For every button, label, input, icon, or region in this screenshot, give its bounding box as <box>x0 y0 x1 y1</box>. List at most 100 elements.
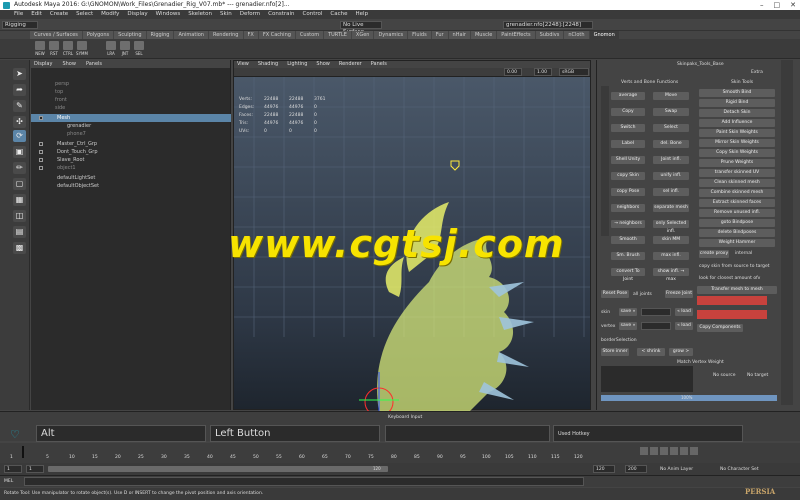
show-infl-max-button[interactable]: show infl. → max <box>653 268 689 282</box>
outliner-item[interactable]: Dont_Touch_Grp <box>31 148 231 156</box>
clean-skinned-mesh-button[interactable]: Clean skinned mesh <box>699 179 775 187</box>
convert-to-joint-button[interactable]: convert To Joint <box>611 268 645 282</box>
unify-infl-button[interactable]: unify infl. <box>653 172 689 180</box>
skin-mm-button[interactable]: skin MM <box>653 236 689 244</box>
copy-pose-button[interactable]: copy Pose <box>611 188 645 196</box>
maximize-icon[interactable]: □ <box>774 0 781 10</box>
step-back-icon[interactable] <box>650 447 658 455</box>
move-button[interactable]: Move <box>653 92 689 100</box>
menu-skeleton[interactable]: Skeleton <box>188 10 212 19</box>
delete-bindposes-button[interactable]: delete Bindposes <box>699 229 775 237</box>
layout-two-icon[interactable]: ◫ <box>13 210 26 222</box>
shell-unity-button[interactable]: Shell Unity <box>611 156 645 164</box>
outliner-item[interactable]: top <box>31 88 231 96</box>
expand-icon[interactable] <box>39 142 43 146</box>
vp-menu-lighting[interactable]: Lighting <box>287 61 307 68</box>
mel-input[interactable] <box>24 477 584 486</box>
paint-skin-weights-button[interactable]: Paint Skin Weights <box>699 129 775 137</box>
separate-mesh-button[interactable]: separate mesh <box>653 204 689 212</box>
move-tool-icon[interactable]: ✣ <box>13 116 26 128</box>
select-button[interactable]: Select <box>653 124 689 132</box>
average-button[interactable]: average <box>611 92 645 100</box>
current-frame-marker[interactable] <box>22 446 24 458</box>
shelf-tab[interactable]: FX <box>243 31 258 39</box>
outliner-item[interactable]: persp <box>31 80 231 88</box>
menu-deform[interactable]: Deform <box>240 10 260 19</box>
smooth-bind-button[interactable]: Smooth Bind <box>699 89 775 97</box>
range-end-field[interactable]: 120 <box>593 465 615 473</box>
live-surface-field[interactable]: No Live Surface <box>340 21 382 35</box>
shelf-tab[interactable]: Fur <box>431 31 448 39</box>
start-time-field[interactable]: 1 <box>4 465 22 473</box>
skin-field[interactable] <box>641 308 671 316</box>
label-button[interactable]: Label <box>611 140 645 148</box>
rigid-bind-button[interactable]: Rigid Bind <box>699 99 775 107</box>
outliner-item[interactable]: object1 <box>31 164 231 172</box>
layout-outliner-icon[interactable]: ▤ <box>13 226 26 238</box>
vertex-load-button[interactable]: « load <box>675 322 693 330</box>
create-proxy-button[interactable]: create proxy <box>699 250 729 258</box>
range-start-field[interactable]: 1 <box>26 465 44 473</box>
shelf-symm-button[interactable]: SYMM <box>76 41 88 56</box>
outliner-item[interactable]: phone7 <box>31 130 231 138</box>
shelf-new-button[interactable]: NEW <box>34 41 46 56</box>
outliner-item[interactable]: front <box>31 96 231 104</box>
step-forward-icon[interactable] <box>680 447 688 455</box>
outliner-item[interactable]: grenadier <box>31 122 231 130</box>
outliner-menu-show[interactable]: Show <box>62 60 76 68</box>
only-selected-infl-button[interactable]: only Selected infl. <box>653 220 689 234</box>
vp-menu-shading[interactable]: Shading <box>258 61 278 68</box>
shelf-tab[interactable]: XGen <box>351 31 374 39</box>
play-forward-icon[interactable] <box>670 447 678 455</box>
red-field[interactable] <box>697 296 767 305</box>
menu-control[interactable]: Control <box>303 10 323 19</box>
joint-infl-button[interactable]: Joint infl. <box>653 156 689 164</box>
copy-button[interactable]: Copy <box>611 108 645 116</box>
shelf-tab[interactable]: TURTLE <box>324 31 351 39</box>
vp-menu-panels[interactable]: Panels <box>371 61 387 68</box>
vertex-save-button[interactable]: save » <box>619 322 637 330</box>
skin-load-button[interactable]: « load <box>675 308 693 316</box>
copy-components-button[interactable]: Copy Components <box>697 324 743 332</box>
go-to-start-icon[interactable] <box>640 447 648 455</box>
outliner-item[interactable]: Master_Ctrl_Grp <box>31 140 231 148</box>
expand-icon[interactable] <box>39 150 43 154</box>
lasso-tool-icon[interactable]: ➦ <box>13 84 26 96</box>
shelf-tab-gnomon[interactable]: Gnomon <box>589 31 619 39</box>
shelf-tab[interactable]: Animation <box>174 31 208 39</box>
vp-menu-show[interactable]: Show <box>316 61 330 68</box>
weight-hammer-button[interactable]: Weight Hammer <box>699 239 775 247</box>
anim-layer-select[interactable]: No Anim Layer <box>660 467 693 472</box>
menu-select[interactable]: Select <box>76 10 93 19</box>
swap-button[interactable]: Swap <box>653 108 689 116</box>
delete-bone-button[interactable]: del. Bone <box>653 140 689 148</box>
character-set-select[interactable]: No Character Set <box>720 467 759 472</box>
paint-select-tool-icon[interactable]: ✎ <box>13 100 26 112</box>
freeze-joint-button[interactable]: Freeze Joint <box>665 290 693 298</box>
menu-windows[interactable]: Windows <box>156 10 181 19</box>
vp-menu-renderer[interactable]: Renderer <box>339 61 362 68</box>
remove-unused-infl-button[interactable]: Remove unused infl. <box>699 209 775 217</box>
red-field[interactable] <box>697 310 767 319</box>
play-back-icon[interactable] <box>660 447 668 455</box>
time-slider[interactable]: 1 5 10 15 20 25 30 35 40 45 50 55 60 65 … <box>0 443 800 463</box>
shelf-tab[interactable]: Rendering <box>208 31 243 39</box>
copy-skin-weights-button[interactable]: Copy Skin Weights <box>699 149 775 157</box>
range-bar[interactable]: 120 <box>48 466 388 472</box>
transfer-skinned-uv-button[interactable]: transfer skinned UV <box>699 169 775 177</box>
add-influence-button[interactable]: Add Influence <box>699 119 775 127</box>
shelf-rst-button[interactable]: RST <box>48 41 60 56</box>
shelf-tab[interactable]: Subdivs <box>535 31 564 39</box>
shelf-jnt-button[interactable]: JNT <box>119 41 131 56</box>
store-inner-button[interactable]: Store inner <box>601 348 629 356</box>
copy-skin-button[interactable]: copy Skin <box>611 172 645 180</box>
neighbors-button[interactable]: neighbors <box>611 204 645 212</box>
smooth-brush-button[interactable]: Sm. Brush <box>611 252 645 260</box>
close-icon[interactable]: ✕ <box>790 0 796 10</box>
shelf-tab[interactable]: Muscle <box>470 31 497 39</box>
shelf-ctrl-button[interactable]: CTRL <box>62 41 74 56</box>
gamma-field[interactable]: 1.00 <box>534 68 552 76</box>
shelf-tab[interactable]: Sculpting <box>114 31 146 39</box>
go-to-end-icon[interactable] <box>690 447 698 455</box>
shelf-tab[interactable]: Curves / Surfaces <box>30 31 82 39</box>
